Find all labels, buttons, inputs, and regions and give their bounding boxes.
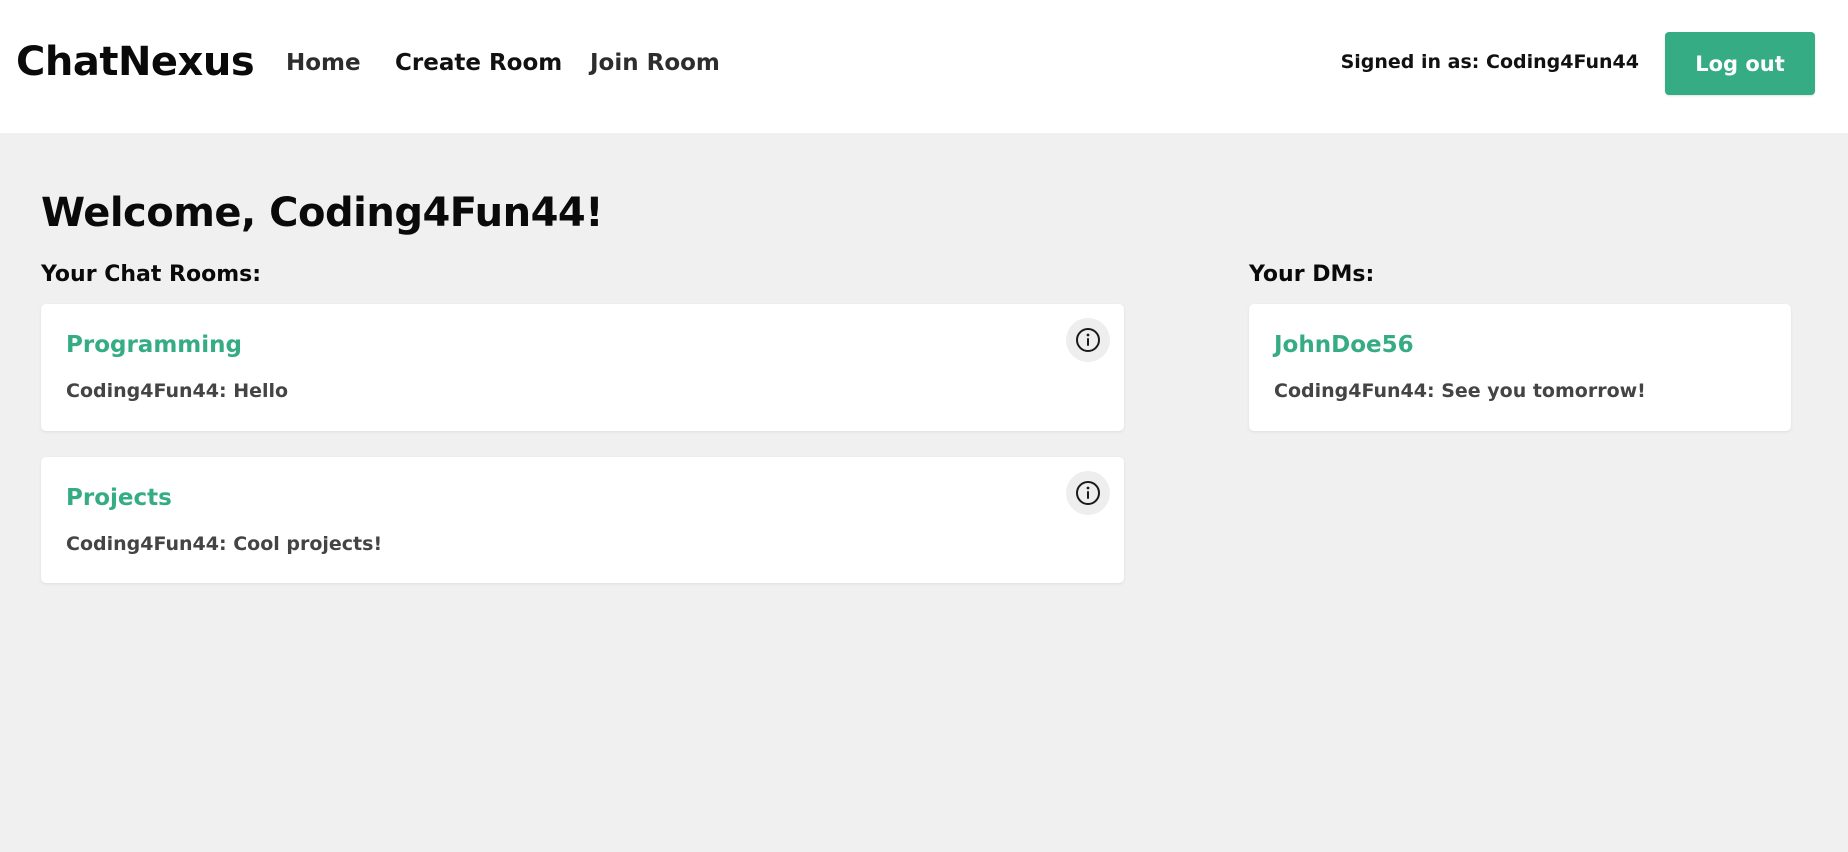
info-icon [1076,481,1100,505]
chat-room-name: Projects [66,485,172,511]
info-icon [1076,328,1100,352]
room-info-button[interactable] [1066,471,1110,515]
dm-last-message: Coding4Fun44: See you tomorrow! [1274,380,1646,402]
app-logo[interactable]: ChatNexus [16,39,255,85]
nav-home-link[interactable]: Home [286,50,361,76]
room-info-button[interactable] [1066,318,1110,362]
top-navbar: ChatNexus Home Create Room Join Room Sig… [0,0,1848,133]
chat-room-card-programming[interactable]: Programming Coding4Fun44: Hello [41,304,1124,431]
nav-join-room-link[interactable]: Join Room [590,50,720,76]
chat-room-last-message: Coding4Fun44: Hello [66,380,289,402]
dm-contact-name: JohnDoe56 [1274,332,1414,358]
dms-heading: Your DMs: [1249,262,1375,287]
chat-rooms-heading: Your Chat Rooms: [41,262,262,287]
page-title: Welcome, Coding4Fun44! [41,190,603,236]
chat-room-last-message: Coding4Fun44: Cool projects! [66,533,383,555]
dm-card-johndoe56[interactable]: JohnDoe56 Coding4Fun44: See you tomorrow… [1249,304,1791,431]
nav-create-room-link[interactable]: Create Room [395,50,562,76]
chat-room-name: Programming [66,332,242,358]
logout-button[interactable]: Log out [1665,32,1815,95]
chat-room-card-projects[interactable]: Projects Coding4Fun44: Cool projects! [41,457,1124,583]
signed-in-user-label: Signed in as: Coding4Fun44 [1340,51,1639,73]
